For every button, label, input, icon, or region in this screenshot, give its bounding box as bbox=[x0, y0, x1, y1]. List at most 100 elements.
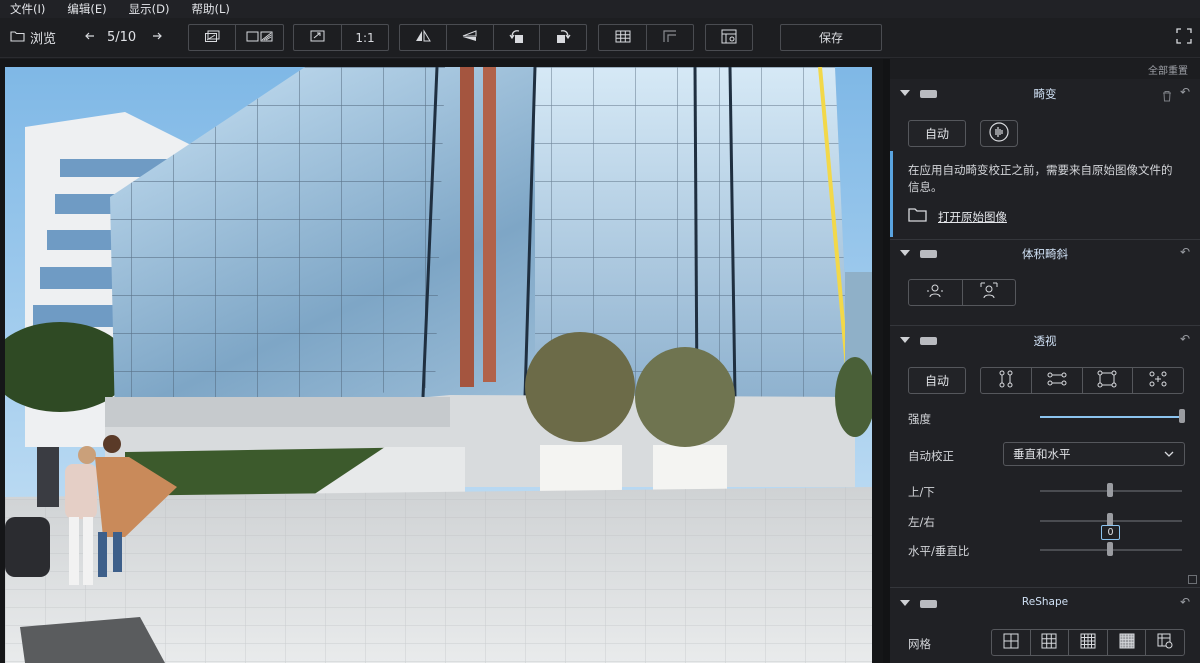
flip-vertical-icon bbox=[461, 29, 479, 46]
vertical-lines-icon bbox=[997, 370, 1015, 392]
updown-slider-knob[interactable] bbox=[1107, 483, 1113, 497]
panel-scroll-indicator[interactable] bbox=[1188, 575, 1197, 584]
volume-title: 体积畸斜 bbox=[1022, 247, 1068, 261]
panel-divider[interactable] bbox=[883, 59, 890, 663]
distortion-section-header[interactable]: 畸变 ↶ bbox=[890, 83, 1200, 105]
grid-2x2-button[interactable] bbox=[992, 630, 1030, 655]
vertical-lines-button[interactable] bbox=[981, 368, 1031, 393]
volume-section-header[interactable]: 体积畸斜 ↶ bbox=[890, 243, 1200, 265]
grid-icon bbox=[615, 30, 631, 46]
eight-points-button[interactable] bbox=[1132, 368, 1183, 393]
rectangle-button[interactable] bbox=[1081, 368, 1133, 393]
before-after-button[interactable] bbox=[189, 25, 235, 50]
grid-settings-button[interactable] bbox=[1145, 630, 1184, 655]
strength-label: 强度 bbox=[908, 412, 931, 426]
zoom-1to1-button[interactable]: 1:1 bbox=[341, 25, 388, 50]
corner-guide-button[interactable] bbox=[646, 25, 693, 50]
panel-top-strip: 全部重置 bbox=[890, 59, 1200, 79]
grid-dense-button[interactable] bbox=[1106, 630, 1146, 655]
open-raw-image-link[interactable]: 打开原始图像 bbox=[908, 207, 1007, 226]
reset-icon[interactable]: ↶ bbox=[1180, 595, 1190, 609]
flip-vertical-button[interactable] bbox=[446, 25, 493, 50]
perspective-section-header[interactable]: 透视 ↶ bbox=[890, 330, 1200, 352]
reshape-title: ReShape bbox=[1021, 596, 1069, 608]
folder-icon bbox=[10, 30, 25, 46]
perspective-auto-button[interactable]: 自动 bbox=[908, 367, 966, 394]
updown-label: 上/下 bbox=[908, 485, 935, 499]
separator bbox=[890, 239, 1200, 240]
reset-all-button[interactable]: 全部重置 bbox=[1148, 62, 1188, 77]
grid-2x2-icon bbox=[1003, 633, 1019, 653]
chevron-down-icon bbox=[1164, 448, 1174, 462]
menu-bar: 文件(I) 编辑(E) 显示(D) 帮助(L) bbox=[0, 0, 1200, 18]
grid-4x4-button[interactable] bbox=[1068, 630, 1107, 655]
rotate-left-button[interactable] bbox=[492, 25, 540, 50]
prev-image-button[interactable] bbox=[84, 24, 96, 51]
flip-horizontal-button[interactable] bbox=[400, 25, 446, 50]
menu-file[interactable]: 文件(I) bbox=[10, 0, 45, 18]
rotate-right-button[interactable] bbox=[539, 25, 586, 50]
photo-canvas[interactable] bbox=[5, 67, 872, 663]
rotate-right-icon bbox=[554, 28, 572, 47]
fit-screen-button[interactable] bbox=[294, 25, 341, 50]
trash-icon[interactable] bbox=[1162, 87, 1172, 106]
leftright-label: 左/右 bbox=[908, 515, 935, 529]
menu-edit[interactable]: 编辑(E) bbox=[67, 0, 106, 18]
separator bbox=[890, 587, 1200, 588]
zoom-group: 1:1 bbox=[293, 24, 389, 51]
auto-correct-dropdown[interactable]: 垂直和水平 bbox=[1003, 442, 1185, 466]
grid-overlay-button[interactable] bbox=[599, 25, 646, 50]
fit-screen-icon bbox=[310, 30, 325, 45]
browse-label: 浏览 bbox=[30, 32, 57, 47]
auto-correct-label: 自动校正 bbox=[908, 449, 954, 463]
distortion-info-line-2: 信息。 bbox=[908, 180, 943, 194]
volume-person-edge-button[interactable] bbox=[961, 280, 1016, 305]
next-image-button[interactable] bbox=[151, 24, 163, 51]
view-settings-button[interactable] bbox=[705, 24, 753, 51]
image-viewer[interactable] bbox=[0, 59, 883, 663]
fullscreen-button[interactable] bbox=[1176, 24, 1192, 51]
grid-label: 网格 bbox=[908, 637, 931, 651]
leftright-value-box[interactable]: 0 bbox=[1101, 525, 1120, 540]
save-button[interactable]: 保存 bbox=[780, 24, 882, 51]
grid-4x4-icon bbox=[1080, 633, 1096, 653]
reset-icon[interactable]: ↶ bbox=[1180, 332, 1190, 346]
volume-person-button[interactable] bbox=[909, 280, 962, 305]
horizontal-lines-icon bbox=[1047, 370, 1067, 392]
distortion-title: 畸变 bbox=[1033, 87, 1057, 101]
compare-view-group bbox=[188, 24, 284, 51]
auto-correct-value: 垂直和水平 bbox=[1013, 447, 1071, 461]
menu-view[interactable]: 显示(D) bbox=[129, 0, 170, 18]
ratio-slider-knob[interactable] bbox=[1107, 542, 1113, 556]
reset-icon[interactable]: ↶ bbox=[1180, 245, 1190, 259]
perspective-mode-group bbox=[980, 367, 1184, 394]
side-by-side-button[interactable] bbox=[235, 25, 283, 50]
arrow-right-icon bbox=[151, 30, 163, 46]
corner-guide-icon bbox=[662, 29, 678, 46]
person-edge-icon bbox=[980, 282, 998, 304]
grid-dense-icon bbox=[1119, 633, 1135, 653]
arrow-left-icon bbox=[84, 30, 96, 46]
volume-mode-group bbox=[908, 279, 1016, 306]
compare-overlay-icon bbox=[204, 30, 221, 46]
waveform-icon bbox=[988, 122, 1010, 145]
browse-button[interactable]: 浏览 bbox=[10, 24, 56, 51]
fullscreen-icon bbox=[1176, 27, 1192, 48]
points-plus-icon bbox=[1148, 370, 1168, 392]
grid-mode-group bbox=[991, 629, 1185, 656]
rectangle-points-icon bbox=[1097, 370, 1117, 392]
overlay-group bbox=[598, 24, 694, 51]
audio-wave-button[interactable] bbox=[980, 120, 1018, 147]
strength-slider[interactable] bbox=[1040, 416, 1182, 418]
menu-help[interactable]: 帮助(L) bbox=[191, 0, 229, 18]
distortion-auto-button[interactable]: 自动 bbox=[908, 120, 966, 147]
info-accent-bar bbox=[890, 151, 893, 237]
grid-3x3-button[interactable] bbox=[1029, 630, 1069, 655]
reset-icon[interactable]: ↶ bbox=[1180, 85, 1190, 99]
reshape-section-header[interactable]: ReShape ↶ bbox=[890, 593, 1200, 615]
horizontal-lines-button[interactable] bbox=[1030, 368, 1082, 393]
adjustment-panel: 全部重置 畸变 ↶ 自动 在应用自动畸变校正之前，需要来自原始图像文件的 信息。… bbox=[890, 59, 1200, 663]
open-raw-label: 打开原始图像 bbox=[938, 209, 1007, 224]
grid-settings-icon bbox=[1157, 633, 1173, 653]
strength-slider-knob[interactable] bbox=[1179, 409, 1185, 423]
